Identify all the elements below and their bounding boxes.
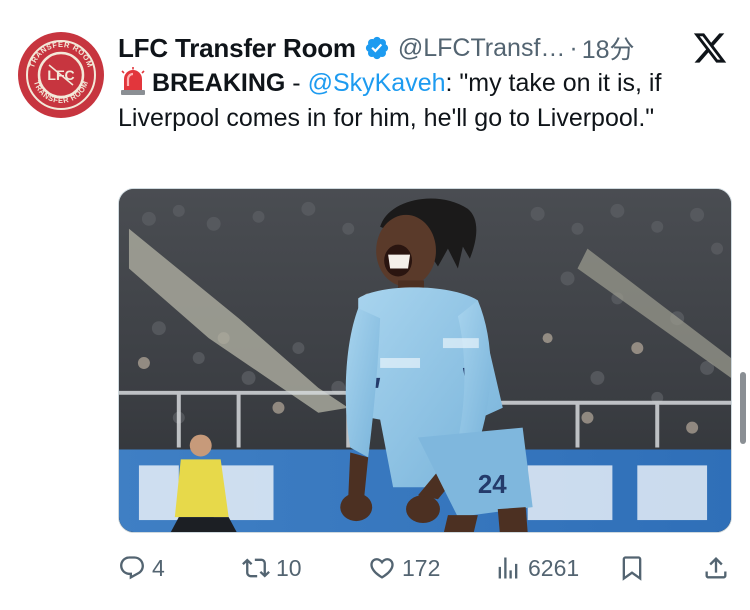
timestamp[interactable]: 18分 (582, 30, 635, 66)
separator-dot: · (569, 33, 578, 62)
like-count: 172 (402, 554, 441, 581)
verified-badge-icon (364, 35, 390, 61)
user-handle[interactable]: @LFCTransf… (398, 34, 566, 63)
reply-count: 4 (152, 554, 165, 581)
tweet-actions: 4 10 172 6261 (118, 550, 734, 586)
tweet-photo[interactable]: 24 (118, 188, 732, 533)
views-button[interactable]: 6261 (494, 554, 579, 582)
shirt-number: 24 (478, 471, 507, 499)
mention-link[interactable]: @SkyKaveh (308, 69, 446, 97)
analytics-icon (498, 557, 518, 579)
view-count: 6261 (528, 554, 580, 581)
display-name[interactable]: LFC Transfer Room (118, 33, 356, 64)
breaking-label: BREAKING (152, 69, 286, 97)
bookmark-icon (622, 556, 642, 581)
scrollbar[interactable] (740, 372, 746, 444)
siren-emoji-icon (118, 66, 148, 96)
x-logo-icon (692, 30, 728, 66)
bookmark-button[interactable] (618, 554, 652, 582)
tweet-header: LFC Transfer Room @LFCTransf… · 18分 (118, 28, 678, 68)
avatar[interactable]: TRANSFER ROOM TRANSFER ROOM LFC (18, 32, 104, 118)
heart-icon (370, 558, 394, 579)
retweet-count: 10 (276, 554, 302, 581)
transfer-room-logo-icon: TRANSFER ROOM TRANSFER ROOM LFC (20, 34, 102, 116)
share-button[interactable] (702, 554, 736, 582)
reply-button[interactable]: 4 (118, 554, 165, 582)
like-button[interactable]: 172 (368, 554, 440, 582)
reply-icon (120, 556, 144, 580)
tweet-text: BREAKING - @SkyKaveh: "my take on it is,… (118, 66, 730, 136)
share-icon (705, 557, 727, 579)
retweet-button[interactable]: 10 (242, 554, 302, 582)
tweet-card[interactable]: TRANSFER ROOM TRANSFER ROOM LFC LFC Tran… (0, 0, 750, 610)
dash-text: - (285, 69, 308, 97)
celebrating-player-photo: 24 (119, 189, 731, 532)
retweet-icon (242, 558, 270, 578)
